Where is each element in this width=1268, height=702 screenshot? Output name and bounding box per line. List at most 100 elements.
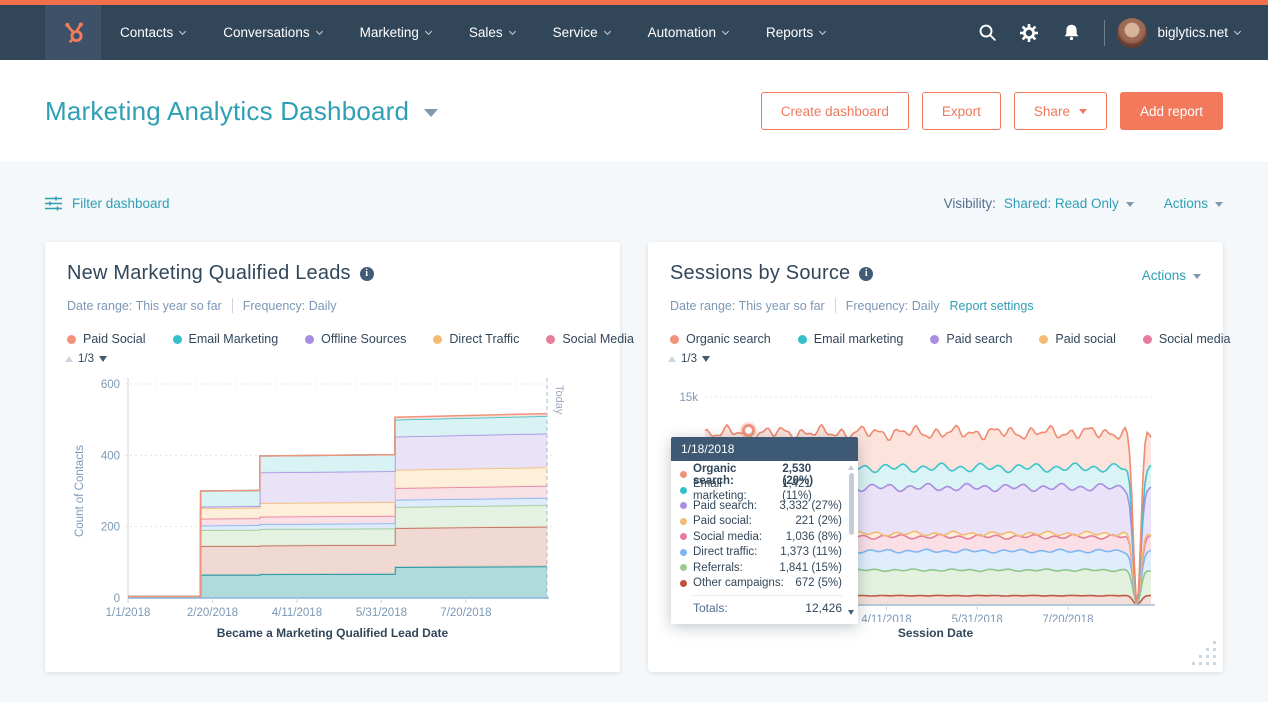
legend-dot-icon [680,580,687,587]
legend-dot-icon [680,549,687,556]
legend-dot-icon [305,335,314,344]
scrollbar-thumb[interactable] [849,473,854,535]
chevron-down-icon [179,27,186,34]
svg-text:Today: Today [553,385,565,415]
chevron-down-icon [509,27,516,34]
divider [835,298,836,313]
tooltip-scrollbar[interactable] [846,465,856,615]
chevron-down-icon [722,27,729,34]
nav-item-contacts[interactable]: Contacts [101,5,204,60]
tooltip-date: 1/18/2018 [671,437,858,461]
nav-item-automation[interactable]: Automation [629,5,747,60]
legend-dot-icon [798,335,807,344]
chart-legend: Organic search Email marketing Paid search… [670,332,1201,346]
legend-dot-icon [680,518,687,525]
svg-text:1/1/2018: 1/1/2018 [106,607,151,619]
create-dashboard-button[interactable]: Create dashboard [761,92,909,130]
page-header: Marketing Analytics Dashboard Create das… [0,60,1268,163]
info-icon[interactable] [360,267,374,281]
resize-handle[interactable] [1192,641,1218,667]
legend-dot-icon [433,335,442,344]
chart-tooltip: 1/18/2018 Organic search:2,530 (20%)Emai… [671,437,858,624]
svg-text:7/20/2018: 7/20/2018 [440,607,491,619]
svg-text:200: 200 [101,522,120,534]
svg-text:400: 400 [101,450,120,462]
date-range-label: Date range: This year so far [670,299,825,313]
legend-dot-icon [1143,335,1152,344]
legend-item[interactable]: Paid search [930,332,1012,346]
export-button[interactable]: Export [922,92,1001,130]
svg-text:Count of Contacts: Count of Contacts [74,445,86,537]
legend-pager: 1/3 [65,353,600,365]
nav-item-reports[interactable]: Reports [747,5,844,60]
legend-dot-icon [680,564,687,571]
filter-dashboard-label: Filter dashboard [72,196,170,211]
account-menu[interactable]: biglytics.net [1157,25,1240,40]
legend-dot-icon [546,335,555,344]
divider [232,298,233,313]
filter-sliders-icon [45,196,62,211]
chevron-down-icon [604,27,611,34]
pager-up-icon[interactable] [668,356,676,362]
gear-icon [1019,23,1039,43]
svg-text:7/20/2018: 7/20/2018 [1042,614,1093,622]
legend-dot-icon [930,335,939,344]
svg-text:4/11/2018: 4/11/2018 [272,607,322,619]
visibility-select[interactable]: Shared: Read Only [1004,196,1134,211]
svg-text:600: 600 [101,379,120,391]
search-icon [978,23,997,42]
dashboard-actions-menu[interactable]: Actions [1164,196,1223,211]
pager-down-icon[interactable] [702,356,710,362]
legend-dot-icon [670,335,679,344]
x-axis-title: Became a Marketing Qualified Lead Date [67,626,598,640]
legend-dot-icon [680,533,687,540]
legend-item[interactable]: Offline Sources [305,332,406,346]
legend-item[interactable]: Paid social [1039,332,1115,346]
pager-label: 1/3 [78,353,94,365]
report-card-sessions: Sessions by Source Actions Date range: T… [648,242,1223,672]
legend-item[interactable]: Direct Traffic [433,332,519,346]
legend-dot-icon [67,335,76,344]
tooltip-rows: Organic search:2,530 (20%)Email marketin… [680,467,842,591]
svg-text:4/11/2018: 4/11/2018 [861,614,911,622]
report-actions-menu[interactable]: Actions [1142,268,1201,283]
legend-item[interactable]: Organic search [670,332,771,346]
nav-item-conversations[interactable]: Conversations [204,5,340,60]
report-settings-link[interactable]: Report settings [950,299,1034,313]
mql-area-chart[interactable]: Today1/1/20182/20/20184/11/20185/31/2018… [67,372,598,622]
legend-item[interactable]: Email Marketing [173,332,279,346]
nav-item-marketing[interactable]: Marketing [341,5,450,60]
chevron-down-icon [425,27,432,34]
legend-dot-icon [173,335,182,344]
pager-up-icon[interactable] [65,356,73,362]
legend-item[interactable]: Social Media [546,332,634,346]
visibility-label: Visibility: [944,196,996,211]
notifications-button[interactable] [1050,5,1092,60]
add-report-button[interactable]: Add report [1120,92,1223,130]
chevron-down-icon [819,27,826,34]
scroll-up-icon[interactable] [848,465,854,470]
bell-icon [1062,23,1081,42]
nav-item-service[interactable]: Service [534,5,629,60]
report-title: Sessions by Source [670,262,850,285]
tooltip-row: Social media:1,036 (8%) [680,529,842,545]
pager-down-icon[interactable] [99,356,107,362]
tooltip-row: Referrals:1,841 (15%) [680,560,842,576]
dashboard-title-menu[interactable]: Marketing Analytics Dashboard [45,96,438,127]
svg-text:5/31/2018: 5/31/2018 [356,607,407,619]
avatar[interactable] [1117,18,1147,48]
scroll-down-icon[interactable] [848,610,854,615]
nav-menu: ContactsConversationsMarketingSalesServi… [101,5,844,60]
frequency-label: Frequency: Daily [846,299,940,313]
legend-item[interactable]: Email marketing [798,332,904,346]
info-icon[interactable] [859,267,873,281]
filter-dashboard-button[interactable]: Filter dashboard [45,196,170,211]
settings-button[interactable] [1008,5,1050,60]
legend-item[interactable]: Paid Social [67,332,146,346]
svg-text:0: 0 [114,593,120,605]
search-button[interactable] [966,5,1008,60]
hubspot-logo-button[interactable] [45,5,101,60]
legend-item[interactable]: Social media [1143,332,1231,346]
share-button[interactable]: Share [1014,92,1107,130]
nav-item-sales[interactable]: Sales [450,5,534,60]
